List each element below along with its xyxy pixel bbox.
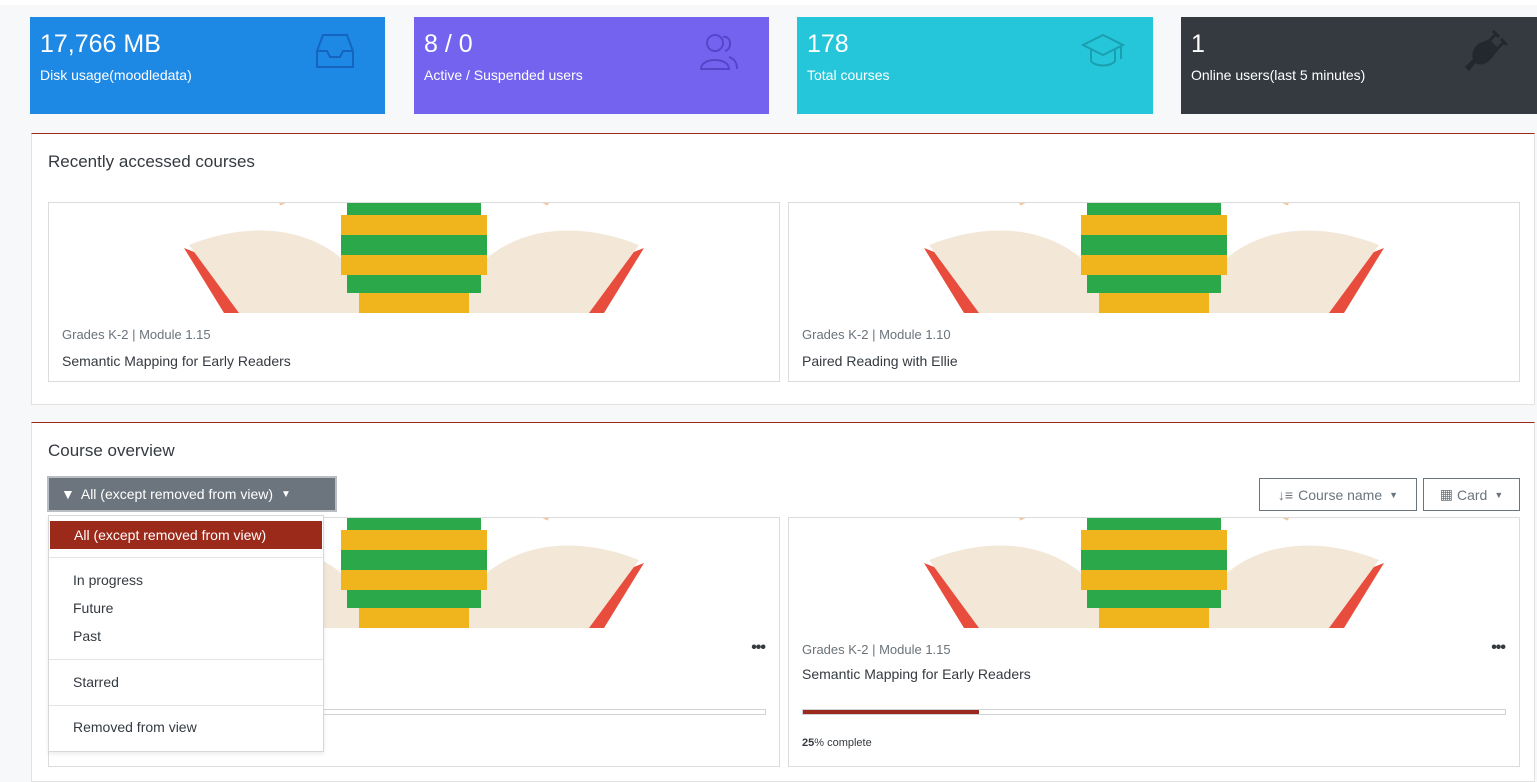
divider (49, 557, 323, 558)
inbox-icon (316, 34, 354, 68)
filter-option-in-progress[interactable]: In progress (49, 566, 323, 594)
stat-tile-users: 8 / 0 Active / Suspended users (414, 17, 769, 114)
stat-tile-courses: 178 Total courses (797, 17, 1153, 114)
course-name[interactable]: Paired Reading with Ellie (802, 353, 958, 369)
course-image (789, 203, 1519, 313)
course-image (789, 518, 1519, 628)
course-category: Grades K-2 | Module 1.15 (62, 327, 211, 342)
course-overview-block: Course overview ↓≡ Course name ▼ ▦ Card … (31, 422, 1535, 782)
course-category: Grades K-2 | Module 1.10 (802, 327, 951, 342)
chevron-down-icon: ▼ (281, 488, 291, 500)
course-image (49, 203, 779, 313)
stat-tile-disk: 17,766 MB Disk usage(moodledata) (30, 17, 385, 114)
course-category: Grades K-2 | Module 1.15 (802, 642, 951, 657)
sort-label: Course name (1298, 486, 1383, 503)
filter-icon: ▼ (61, 486, 75, 502)
course-menu-icon[interactable]: ••• (751, 640, 766, 656)
recent-courses-block: Recently accessed courses Grades K-2 | M… (31, 133, 1535, 405)
course-menu-icon[interactable]: ••• (1491, 640, 1506, 656)
course-card[interactable]: Grades K-2 | Module 1.15 Semantic Mappin… (788, 517, 1520, 767)
filter-dropdown-menu: All (except removed from view) In progre… (48, 515, 324, 752)
course-card[interactable]: Grades K-2 | Module 1.15 Semantic Mappin… (48, 202, 780, 382)
progress-fill (803, 710, 979, 714)
progress-percent: 25 (802, 737, 815, 749)
course-card[interactable]: Grades K-2 | Module 1.10 Paired Reading … (788, 202, 1520, 382)
course-filter-button[interactable]: ▼ All (except removed from view) ▼ (47, 476, 337, 512)
plug-icon (1465, 29, 1509, 72)
chevron-down-icon: ▼ (1494, 489, 1504, 500)
course-name[interactable]: Semantic Mapping for Early Readers (62, 353, 291, 369)
users-icon (699, 34, 738, 70)
book-illustration (924, 203, 1384, 313)
divider (49, 659, 323, 660)
filter-option-past[interactable]: Past (49, 622, 323, 650)
chevron-down-icon: ▼ (1389, 489, 1399, 500)
dashboard-page: 17,766 MB Disk usage(moodledata) 8 / 0 A… (0, 0, 1537, 782)
grid-icon: ▦ (1439, 486, 1453, 502)
book-illustration (184, 203, 644, 313)
filter-label: All (except removed from view) (80, 486, 274, 502)
block-title: Course overview (48, 441, 175, 460)
filter-option-future[interactable]: Future (49, 594, 323, 622)
block-title: Recently accessed courses (48, 152, 255, 171)
filter-option-starred[interactable]: Starred (49, 668, 323, 696)
stat-tile-online: 1 Online users(last 5 minutes) (1181, 17, 1537, 114)
top-strip (0, 0, 1537, 5)
sort-dropdown-button[interactable]: ↓≡ Course name ▼ (1259, 478, 1417, 511)
filter-option-removed[interactable]: Removed from view (49, 713, 323, 741)
graduation-cap-icon (1081, 33, 1125, 67)
course-name[interactable]: Semantic Mapping for Early Readers (802, 666, 1031, 682)
view-dropdown-button[interactable]: ▦ Card ▼ (1423, 478, 1520, 511)
divider (49, 705, 323, 706)
book-illustration (924, 518, 1384, 628)
progress-suffix: % complete (814, 737, 872, 749)
view-label: Card (1456, 486, 1488, 503)
filter-option-all[interactable]: All (except removed from view) (50, 521, 322, 549)
course-progress-bar (802, 709, 1506, 715)
sort-icon: ↓≡ (1277, 486, 1294, 503)
progress-text: 25% complete (802, 737, 872, 749)
